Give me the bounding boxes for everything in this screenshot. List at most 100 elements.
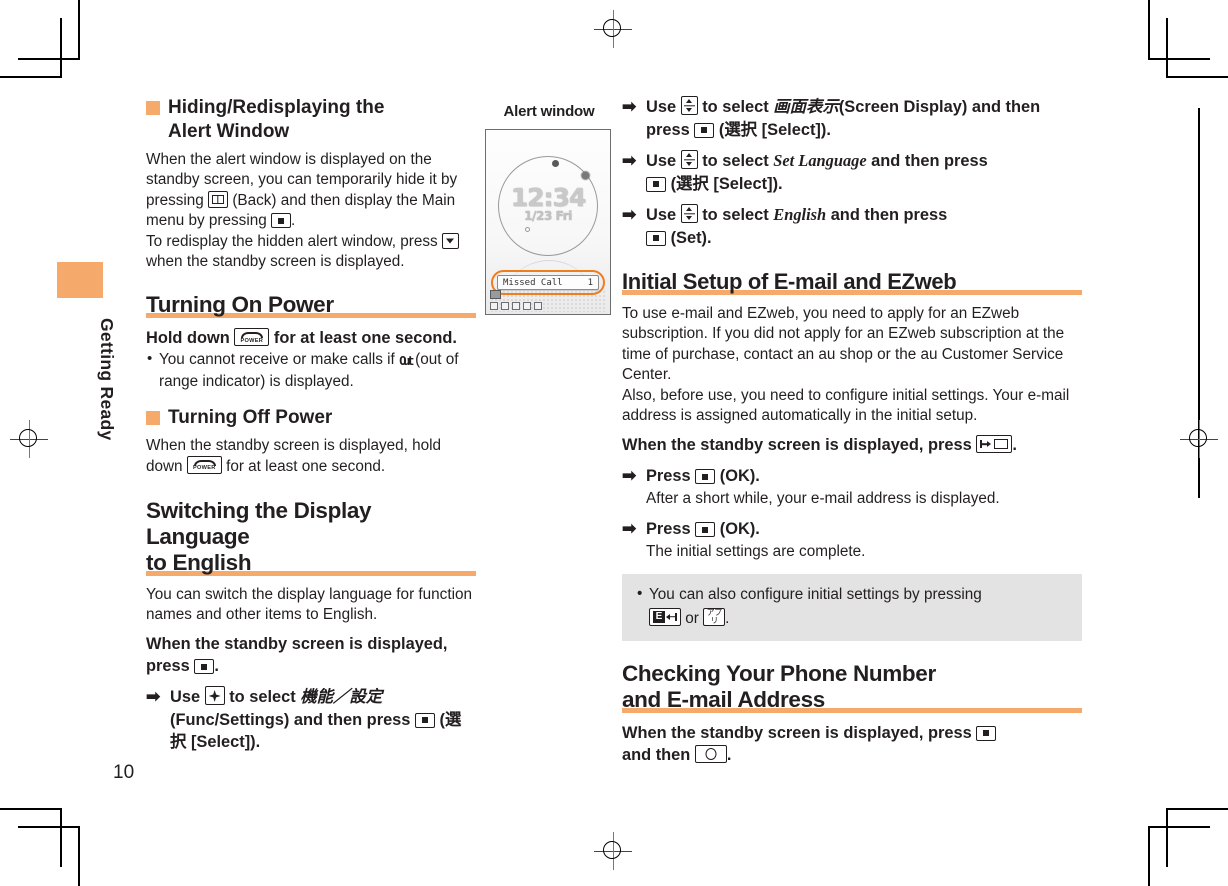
crop-mark-bottom-left-v2 bbox=[60, 808, 62, 867]
phone-standby-screen-image: 12:34 1/23 Fri Missed Call 1 bbox=[485, 129, 611, 315]
initial-setup-step-1: ➡ Press (OK). After a short while, your … bbox=[622, 465, 1082, 509]
phone-status-tray bbox=[490, 290, 606, 312]
mail-key-icon bbox=[976, 435, 1013, 454]
crop-mark-top-left-h2 bbox=[18, 58, 78, 60]
initial-step1: Press bbox=[646, 467, 691, 486]
initial-setup-paragraph-2: Also, before use, you need to configure … bbox=[622, 386, 1070, 425]
turning-on-bullets: You cannot receive or make calls if Out … bbox=[146, 349, 476, 391]
switching-body: You can switch the display language for … bbox=[146, 585, 472, 624]
language-step-2: ➡ Use to select 画面表示(Screen Display) and… bbox=[622, 96, 1082, 141]
section-heading-switching-line2: to English bbox=[146, 549, 252, 575]
power-key-icon: POWER bbox=[234, 328, 270, 347]
phone-clock-time: 12:34 bbox=[510, 183, 587, 212]
down-arrow-key-icon bbox=[441, 232, 459, 249]
registration-mark-bottom bbox=[594, 832, 632, 870]
section-heading-switching-line1: Switching the Display Language bbox=[146, 497, 372, 549]
ez-key-icon: E bbox=[649, 607, 681, 626]
left-column: Hiding/Redisplaying the Alert Window Whe… bbox=[146, 96, 476, 754]
rstep1-a: Use bbox=[646, 152, 677, 170]
hiding-body-c: . bbox=[291, 212, 296, 230]
language-step-2-text: Use to select 画面表示(Screen Display) and t… bbox=[646, 96, 1082, 141]
subsection-title-line2: Alert Window bbox=[168, 121, 290, 142]
orange-square-marker-icon bbox=[146, 410, 160, 425]
rstep2-d: (Set). bbox=[670, 228, 712, 247]
subsection-title-wrap: Hiding/Redisplaying the Alert Window bbox=[168, 96, 384, 144]
initial-step2: Press bbox=[646, 520, 691, 539]
chapter-tab-block bbox=[57, 262, 103, 298]
crop-mark-top-left-v2 bbox=[60, 18, 62, 77]
step-arrow-icon: ➡ bbox=[622, 205, 637, 224]
language-step-3: ➡ Use to select Set Language and then pr… bbox=[622, 150, 1082, 195]
power-key-icon: POWER bbox=[186, 456, 222, 475]
tray-clock-icon bbox=[490, 302, 498, 310]
tray-memo-icon bbox=[501, 302, 509, 310]
center-select-key-icon bbox=[194, 659, 215, 675]
subsection-turning-off-power: Turning Off Power bbox=[146, 406, 476, 430]
initial-setup-step-2: ➡ Press (OK). The initial settings are c… bbox=[622, 518, 1082, 562]
checking-bold-a: When the standby screen is displayed, pr… bbox=[622, 723, 972, 742]
turning-on-bullet-item: You cannot receive or make calls if Out … bbox=[146, 349, 476, 391]
step1-e: [Select]). bbox=[186, 733, 261, 752]
language-step-4-text: Use to select English and then press (Se… bbox=[646, 204, 1082, 249]
out-of-range-indicator-icon: Out bbox=[399, 353, 414, 369]
o-key-icon bbox=[694, 744, 727, 763]
step1-a: Use bbox=[170, 688, 201, 707]
initial-step-1-text: Press (OK). After a short while, your e-… bbox=[646, 465, 1082, 509]
step1-japanese-term: 機能／設定 bbox=[300, 687, 383, 707]
tray-app-icon bbox=[512, 302, 520, 310]
checking-bold-b: and then bbox=[622, 745, 691, 764]
section-switching-display-language: Switching the Display Language to Englis… bbox=[146, 498, 476, 576]
rstep0-japanese-term: 画面表示 bbox=[773, 97, 839, 116]
crop-mark-bottom-left-h bbox=[0, 808, 62, 810]
initial-step-2-text: Press (OK). The initial settings are com… bbox=[646, 518, 1082, 562]
crop-mark-top-right-v2 bbox=[1166, 18, 1168, 77]
chapter-tab-label: Getting Ready bbox=[97, 318, 117, 441]
language-step-4: ➡ Use to select English and then press (… bbox=[622, 204, 1082, 249]
four-way-pad-key-icon bbox=[204, 686, 225, 706]
crop-mark-bottom-right-v bbox=[1148, 826, 1150, 886]
center-select-key-icon bbox=[414, 712, 435, 728]
step-arrow-icon: ➡ bbox=[622, 97, 637, 116]
rstep0-japanese-select: 選択 bbox=[724, 119, 758, 139]
rstep1-b: to select bbox=[702, 152, 769, 170]
turning-off-body: When the standby screen is displayed, ho… bbox=[146, 436, 476, 478]
turning-on-bold-a: Hold down bbox=[146, 329, 230, 348]
crop-mark-bottom-left-v bbox=[78, 826, 80, 886]
rstep1-japanese-select: 選択 bbox=[676, 173, 709, 193]
clock-marker-dot bbox=[552, 160, 559, 167]
section-turning-on-power: Turning On Power bbox=[146, 292, 476, 319]
center-select-key-icon bbox=[646, 230, 666, 246]
center-select-key-icon bbox=[694, 122, 715, 138]
rstep1-menu-name: Set Language bbox=[773, 151, 867, 170]
bullet-text-a: You cannot receive or make calls if bbox=[159, 351, 395, 369]
registration-mark-top bbox=[594, 10, 632, 48]
crop-mark-top-right-v bbox=[1148, 0, 1150, 60]
tip-note-box: You can also configure initial settings … bbox=[622, 573, 1082, 641]
note-list: You can also configure initial settings … bbox=[636, 583, 1068, 629]
registration-mark-left bbox=[10, 420, 48, 458]
page-number: 10 bbox=[113, 762, 135, 783]
initial-step2-note: The initial settings are complete. bbox=[646, 542, 866, 560]
section-heading-checking-line1: Checking Your Phone Number bbox=[622, 660, 936, 686]
orange-square-marker-icon bbox=[146, 101, 160, 115]
note-text-a: You can also configure initial settings … bbox=[649, 585, 982, 603]
section-heading-initial-setup: Initial Setup of E-mail and EZweb bbox=[622, 269, 957, 294]
section-heading-checking-line2: and E-mail Address bbox=[622, 686, 825, 712]
crop-mark-top-right-h2 bbox=[1150, 58, 1210, 60]
crop-mark-bottom-right-h2 bbox=[1150, 826, 1210, 828]
crop-mark-bottom-right-h bbox=[1166, 808, 1228, 810]
turning-on-instruction: Hold down POWER for at least one second. bbox=[146, 327, 476, 349]
rstep0-b: to select bbox=[702, 98, 769, 116]
checking-instruction: When the standby screen is displayed, pr… bbox=[622, 722, 1082, 766]
hiding-body-paragraph: When the alert window is displayed on th… bbox=[146, 150, 476, 272]
initial-setup-paragraph-1: To use e-mail and EZweb, you need to app… bbox=[622, 305, 1065, 384]
up-down-arrow-key-icon bbox=[680, 96, 698, 115]
switching-instruction: When the standby screen is displayed, pr… bbox=[146, 633, 476, 677]
center-select-key-icon bbox=[976, 725, 997, 741]
rstep0-e: [Select]). bbox=[757, 120, 831, 139]
center-select-key-icon bbox=[271, 213, 291, 229]
app-key-icon: アプリ bbox=[703, 607, 726, 626]
switching-step-1: ➡ Use to select 機能／設定 (Func/Settings) and… bbox=[146, 686, 476, 754]
initial-setup-instruction: When the standby screen is displayed, pr… bbox=[622, 434, 1082, 456]
step1-b: to select bbox=[229, 688, 296, 707]
